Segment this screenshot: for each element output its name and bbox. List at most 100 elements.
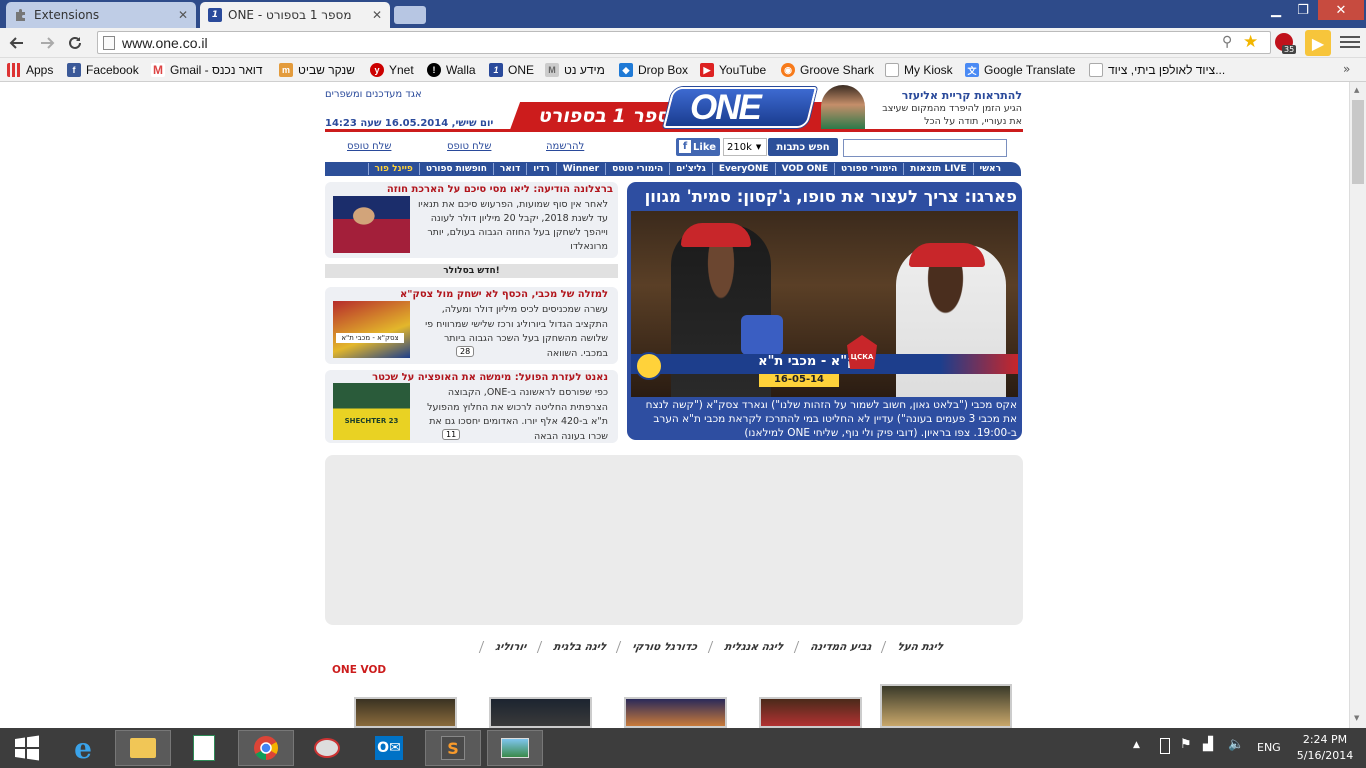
nav-item-live[interactable]: תוצאות LIVE <box>903 163 972 175</box>
bookmark-youtube[interactable]: ▶ YouTube <box>700 62 766 78</box>
nav-item-radio[interactable]: רדיו <box>526 163 555 175</box>
nav-item-glitches[interactable]: גליצ'ים <box>669 163 712 175</box>
bookmark-dropbox[interactable]: ◆ Drop Box <box>619 62 688 78</box>
nav-item-winner[interactable]: Winner <box>555 163 605 175</box>
bookmark-apps[interactable]: Apps <box>7 62 53 78</box>
scroll-up-icon[interactable]: ▲ <box>1354 86 1359 94</box>
messi-photo[interactable] <box>333 196 410 253</box>
nav-item-toto[interactable]: הימורי טוטס <box>605 163 669 175</box>
top-link[interactable]: אגד מעדכנים ומשפרים <box>325 89 422 100</box>
vod-thumbnail[interactable] <box>489 697 592 728</box>
tab-one[interactable]: 1 ONE - מספר 1 בספורט ✕ <box>200 2 390 28</box>
photos-icon[interactable] <box>487 730 543 766</box>
league-link[interactable]: כדורגל טורקי <box>616 641 713 653</box>
nav-item-final-four[interactable]: פיינל פור <box>367 163 419 175</box>
outlook-icon[interactable]: O✉ <box>362 730 416 766</box>
league-link[interactable]: ליגה בלגית <box>536 641 621 653</box>
play-extension-icon[interactable]: ▶ <box>1305 30 1331 56</box>
side-story-1[interactable]: ברצלונה הודיעה: ליאו מסי סיכם על הארכת ח… <box>325 182 618 258</box>
bookmark-gmail[interactable]: M Gmail - דואר נכנס <box>151 62 263 78</box>
ie-icon[interactable]: e <box>56 730 110 766</box>
tray-up-icon[interactable]: ▲ <box>1133 740 1140 750</box>
promo-title[interactable]: להתראות קריית אליעזר <box>870 89 1022 102</box>
chrome-icon[interactable] <box>238 730 294 766</box>
vod-thumbnail[interactable] <box>759 697 862 728</box>
side-story-title[interactable]: ברצלונה הודיעה: ליאו מסי סיכם על הארכת ח… <box>387 184 613 195</box>
file-explorer-icon[interactable] <box>115 730 171 766</box>
clock-date[interactable]: 5/16/2014 <box>1290 749 1360 762</box>
basketball-photo[interactable]: צסק"א - מכבי ת"א <box>333 301 410 358</box>
forward-icon[interactable] <box>36 32 58 54</box>
side-story-3[interactable]: נאנט לעזרת הפועל: מימשה את האופציה על שכ… <box>325 370 618 443</box>
comment-count[interactable]: 28 <box>456 346 475 357</box>
address-bar[interactable]: www.one.co.il ⚲ ★ <box>97 31 1271 54</box>
nav-item-mail[interactable]: דואר <box>492 163 526 175</box>
main-headline[interactable]: פארגו: צריך לעצור את סופו, ג'קסון: סמית'… <box>633 187 1017 206</box>
nav-item-home[interactable]: ראשי <box>972 163 1007 175</box>
register-link[interactable]: להרשמה <box>546 141 584 152</box>
extension-adblock-icon[interactable]: 35 <box>1275 33 1297 55</box>
league-link[interactable]: ליגת העל <box>881 641 959 653</box>
send-form-link[interactable]: שלח טופס <box>347 141 391 152</box>
windows-start-icon[interactable] <box>0 730 54 766</box>
shechter-photo[interactable]: SHECHTER 23 <box>333 383 410 440</box>
flag-icon[interactable]: ⚑ <box>1180 737 1192 752</box>
nav-item-betting[interactable]: הימורי ספורט <box>834 163 903 175</box>
close-icon[interactable]: ✕ <box>178 8 188 22</box>
bookmark-walla[interactable]: ! Walla <box>427 62 476 78</box>
vod-thumbnail-featured[interactable] <box>880 684 1012 728</box>
vod-thumbnail[interactable] <box>624 697 727 728</box>
back-icon[interactable] <box>6 32 28 54</box>
mobile-label[interactable]: חדש בסלולר! <box>325 264 618 278</box>
clock-time[interactable]: 2:24 PM <box>1290 733 1360 746</box>
league-link[interactable]: גביע המדינה <box>793 641 886 653</box>
maximize-button[interactable]: ❐ <box>1290 0 1316 20</box>
scroll-thumb[interactable] <box>1352 100 1364 184</box>
bookmark-shenkar[interactable]: m שנקר שביט <box>279 62 355 78</box>
scroll-down-icon[interactable]: ▼ <box>1354 714 1359 722</box>
nav-item-everyone[interactable]: EveryONE <box>711 163 775 175</box>
reload-icon[interactable] <box>64 32 86 54</box>
league-link[interactable]: ליגה אנגלית <box>707 641 798 653</box>
bookmark-google-translate[interactable]: 文 Google Translate <box>965 62 1075 78</box>
zoom-icon[interactable]: ⚲ <box>1222 34 1232 50</box>
menu-icon[interactable] <box>1340 32 1360 52</box>
minimize-button[interactable]: ▁ <box>1263 0 1289 20</box>
snipping-tool-icon[interactable] <box>300 730 354 766</box>
vod-label[interactable]: ONE VOD <box>332 664 386 676</box>
side-story-title[interactable]: למזלה של מכבי, הכסף לא ישחק מול צסק"א <box>400 289 608 300</box>
nav-item-vod[interactable]: VOD ONE <box>774 163 834 175</box>
bookmark-grooveshark[interactable]: ◉ Groove Shark <box>781 62 874 78</box>
bookmark-meida-net[interactable]: M מידע נט <box>545 62 605 78</box>
league-link[interactable]: יורוליג <box>478 641 541 653</box>
volume-icon[interactable]: 🔈 <box>1228 737 1244 752</box>
bookmark-one[interactable]: 1 ONE <box>489 62 534 78</box>
main-story[interactable]: פארגו: צריך לעצור את סופו, ג'קסון: סמית'… <box>627 182 1022 440</box>
star-icon[interactable]: ★ <box>1243 32 1258 52</box>
comment-count[interactable]: 11 <box>442 429 461 440</box>
signal-icon[interactable]: ▟ <box>1203 737 1213 752</box>
search-button[interactable]: חפש כתבות <box>768 138 838 156</box>
close-icon[interactable]: ✕ <box>372 8 382 22</box>
bookmark-mykiosk[interactable]: My Kiosk <box>885 62 953 78</box>
side-story-2[interactable]: למזלה של מכבי, הכסף לא ישחק מול צסק"א עש… <box>325 287 618 364</box>
side-story-title[interactable]: נאנט לעזרת הפועל: מימשה את האופציה על שכ… <box>372 372 608 383</box>
notepad-app-icon[interactable] <box>177 730 231 766</box>
bookmarks-overflow-icon[interactable]: » <box>1343 62 1350 76</box>
sublime-icon[interactable]: S <box>425 730 481 766</box>
bookmark-home-studio[interactable]: ציוד לאולפן ביתי, ציוד... <box>1089 62 1225 78</box>
search-input[interactable] <box>843 139 1007 157</box>
battery-icon[interactable] <box>1160 738 1170 754</box>
new-tab-button[interactable] <box>394 6 426 24</box>
language-indicator[interactable]: ENG <box>1257 741 1281 754</box>
vod-thumbnail[interactable] <box>354 697 457 728</box>
bookmark-facebook[interactable]: f Facebook <box>67 62 139 78</box>
send-tip-link[interactable]: שלח טופס <box>447 141 491 152</box>
nav-item-vacations[interactable]: חופשות ספורט <box>418 163 493 175</box>
scrollbar[interactable]: ▲ ▼ <box>1349 82 1366 728</box>
bookmark-ynet[interactable]: y Ynet <box>370 62 414 78</box>
fb-like-button[interactable]: f Like <box>676 138 720 156</box>
main-video-image[interactable]: צסק"א - מכבי ת"א 16-05-14 ЦСКА <box>631 211 1018 397</box>
tab-extensions[interactable]: Extensions ✕ <box>6 2 196 28</box>
close-window-button[interactable]: ✕ <box>1318 0 1364 20</box>
